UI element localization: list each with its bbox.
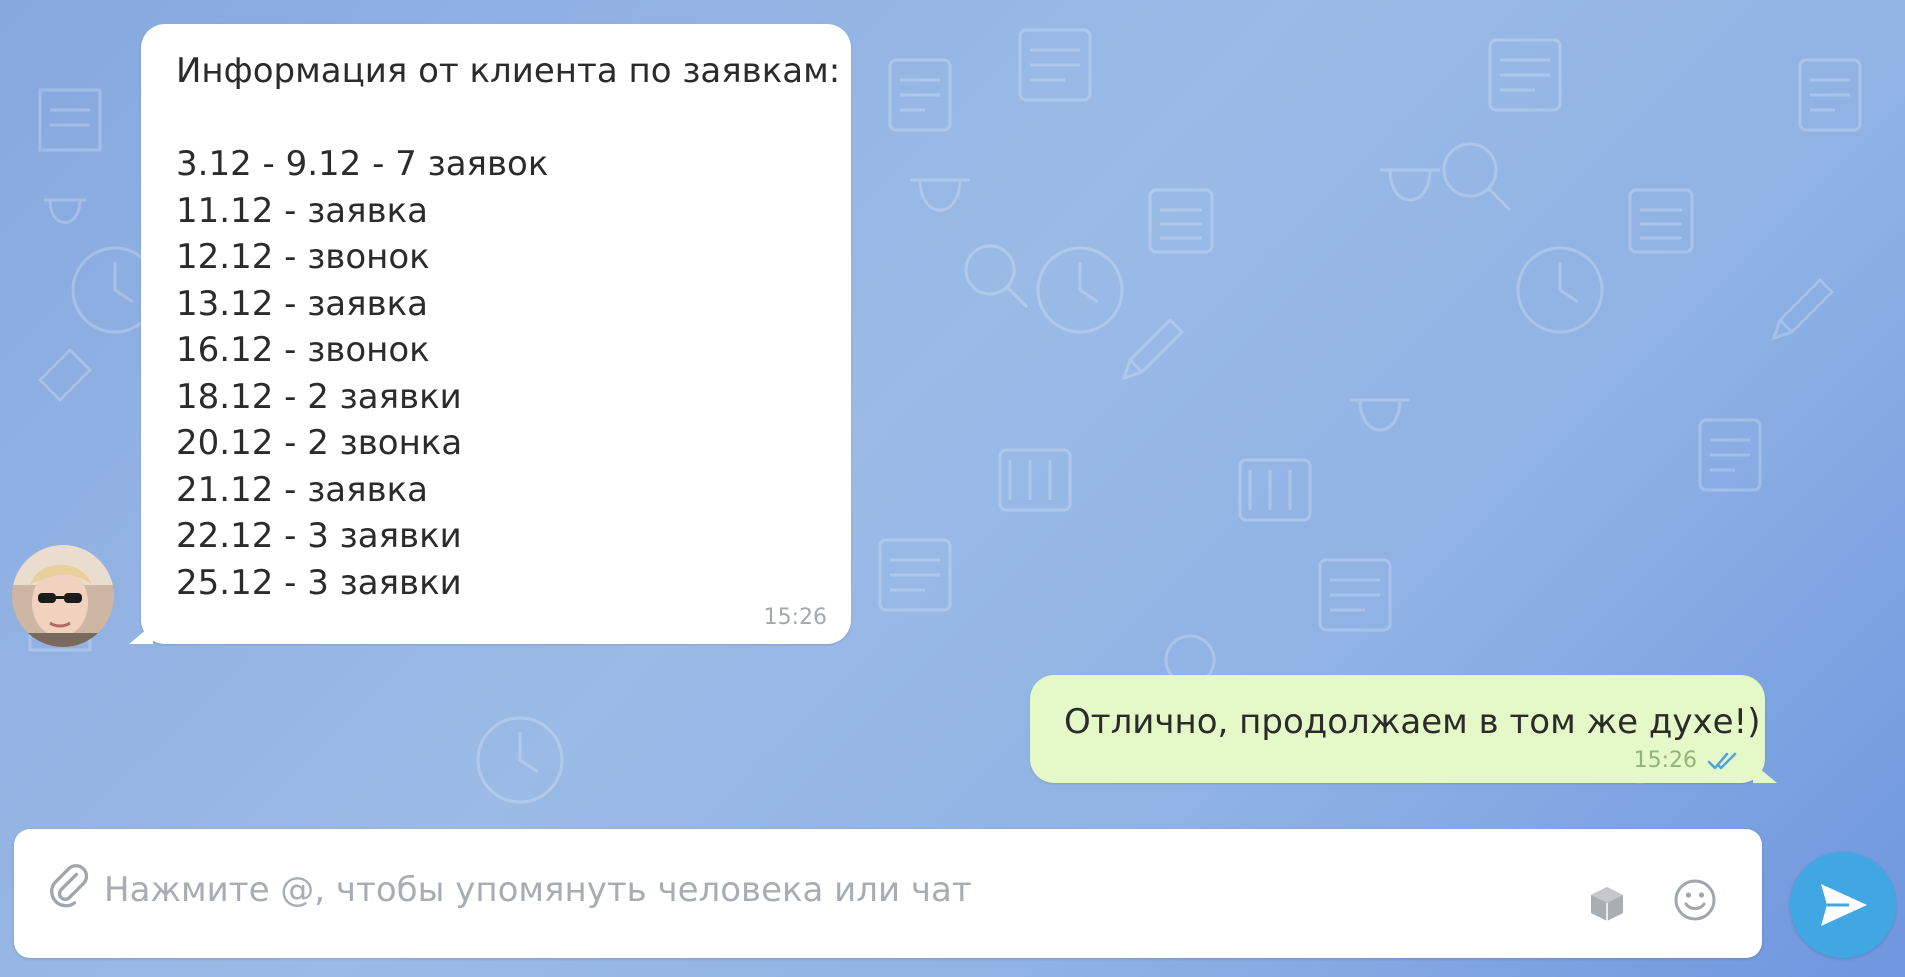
smiley-icon[interactable] <box>1672 877 1718 923</box>
outgoing-message[interactable]: Отлично, продолжаем в том же духе!) 15:2… <box>1030 675 1777 783</box>
message-meta: 15:26 <box>1634 748 1739 773</box>
message-line: 18.12 - 2 заявки <box>176 376 462 417</box>
send-icon <box>1821 884 1867 926</box>
bubble-tail <box>129 624 153 644</box>
message-text: Информация от клиента по заявкам: 3.12 -… <box>176 48 841 606</box>
message-input[interactable] <box>102 859 1556 921</box>
message-text: Отлично, продолжаем в том же духе!) <box>1064 702 1761 742</box>
sticker-icon[interactable] <box>1587 884 1627 924</box>
message-line: 25.12 - 3 заявки <box>176 562 462 603</box>
double-check-icon <box>1707 752 1737 769</box>
message-line: 12.12 - звонок <box>176 237 430 277</box>
message-time: 15:26 <box>1633 748 1697 773</box>
bubble-tail <box>1753 763 1777 783</box>
message-line: 20.12 - 2 звонка <box>176 423 463 463</box>
message-line: 11.12 - заявка <box>176 190 428 231</box>
incoming-message[interactable]: Информация от клиента по заявкам: 3.12 -… <box>129 24 851 644</box>
message-composer <box>14 829 1762 958</box>
message-time: 15:26 <box>763 605 827 630</box>
send-button[interactable] <box>1790 852 1896 958</box>
message-line: Информация от клиента по заявкам: <box>176 51 841 91</box>
user-avatar-icon <box>12 545 114 647</box>
sender-avatar[interactable] <box>12 545 114 647</box>
paperclip-icon[interactable] <box>46 863 90 911</box>
message-line: 13.12 - заявка <box>176 283 428 324</box>
message-line: 21.12 - заявка <box>176 469 428 510</box>
message-line: 22.12 - 3 заявки <box>176 516 462 556</box>
message-line: 3.12 - 9.12 - 7 заявок <box>176 144 549 184</box>
message-line: 16.12 - звонок <box>176 330 430 370</box>
message-line-empty <box>176 95 815 142</box>
